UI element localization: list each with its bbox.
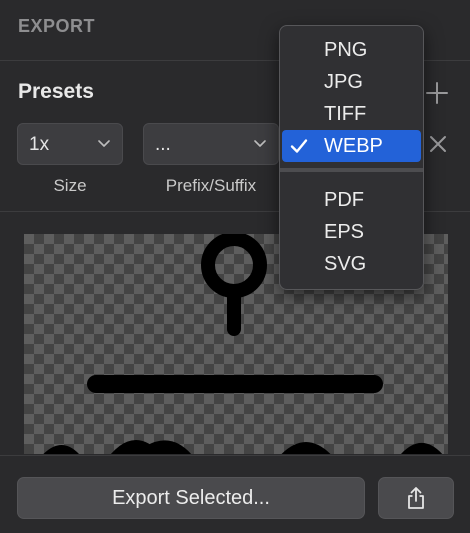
menu-item-jpg[interactable]: JPG — [282, 66, 421, 98]
share-icon — [408, 487, 424, 509]
menu-item-svg[interactable]: SVG — [282, 248, 421, 280]
menu-item-label: EPS — [324, 221, 365, 243]
menu-item-eps[interactable]: EPS — [282, 216, 421, 248]
size-value: 1x — [29, 134, 50, 155]
menu-item-label: PNG — [324, 39, 368, 61]
export-panel: EXPORT Presets 1x ... Size Prefix/Suffix — [0, 0, 470, 533]
format-dropdown-menu: PNG JPG TIFF WEBP PDF EPS SVG — [279, 25, 424, 290]
presets-label: Presets — [18, 80, 94, 103]
menu-item-label: SVG — [324, 253, 367, 275]
menu-separator — [280, 168, 423, 172]
close-icon[interactable] — [428, 134, 448, 154]
menu-item-png[interactable]: PNG — [282, 34, 421, 66]
menu-item-label: JPG — [324, 71, 363, 93]
menu-item-label: TIFF — [324, 103, 367, 125]
menu-item-webp[interactable]: WEBP — [282, 130, 421, 162]
prefix-suffix-caption: Prefix/Suffix — [165, 176, 257, 195]
share-button[interactable] — [378, 477, 454, 519]
chevron-down-icon — [254, 140, 266, 147]
prefix-suffix-select[interactable]: ... — [143, 123, 279, 165]
plus-icon[interactable] — [426, 82, 448, 104]
chevron-down-icon — [98, 140, 110, 147]
export-selected-button[interactable]: Export Selected... — [17, 477, 365, 519]
menu-item-tiff[interactable]: TIFF — [282, 98, 421, 130]
menu-item-pdf[interactable]: PDF — [282, 184, 421, 216]
footer-bar: Export Selected... — [0, 455, 470, 533]
menu-item-label: PDF — [324, 189, 364, 211]
menu-item-label: WEBP — [324, 135, 383, 157]
size-caption: Size — [53, 176, 87, 195]
checkmark-icon — [290, 139, 308, 153]
size-select[interactable]: 1x — [17, 123, 123, 165]
prefix-suffix-value: ... — [155, 134, 171, 155]
section-title: EXPORT — [18, 16, 96, 36]
